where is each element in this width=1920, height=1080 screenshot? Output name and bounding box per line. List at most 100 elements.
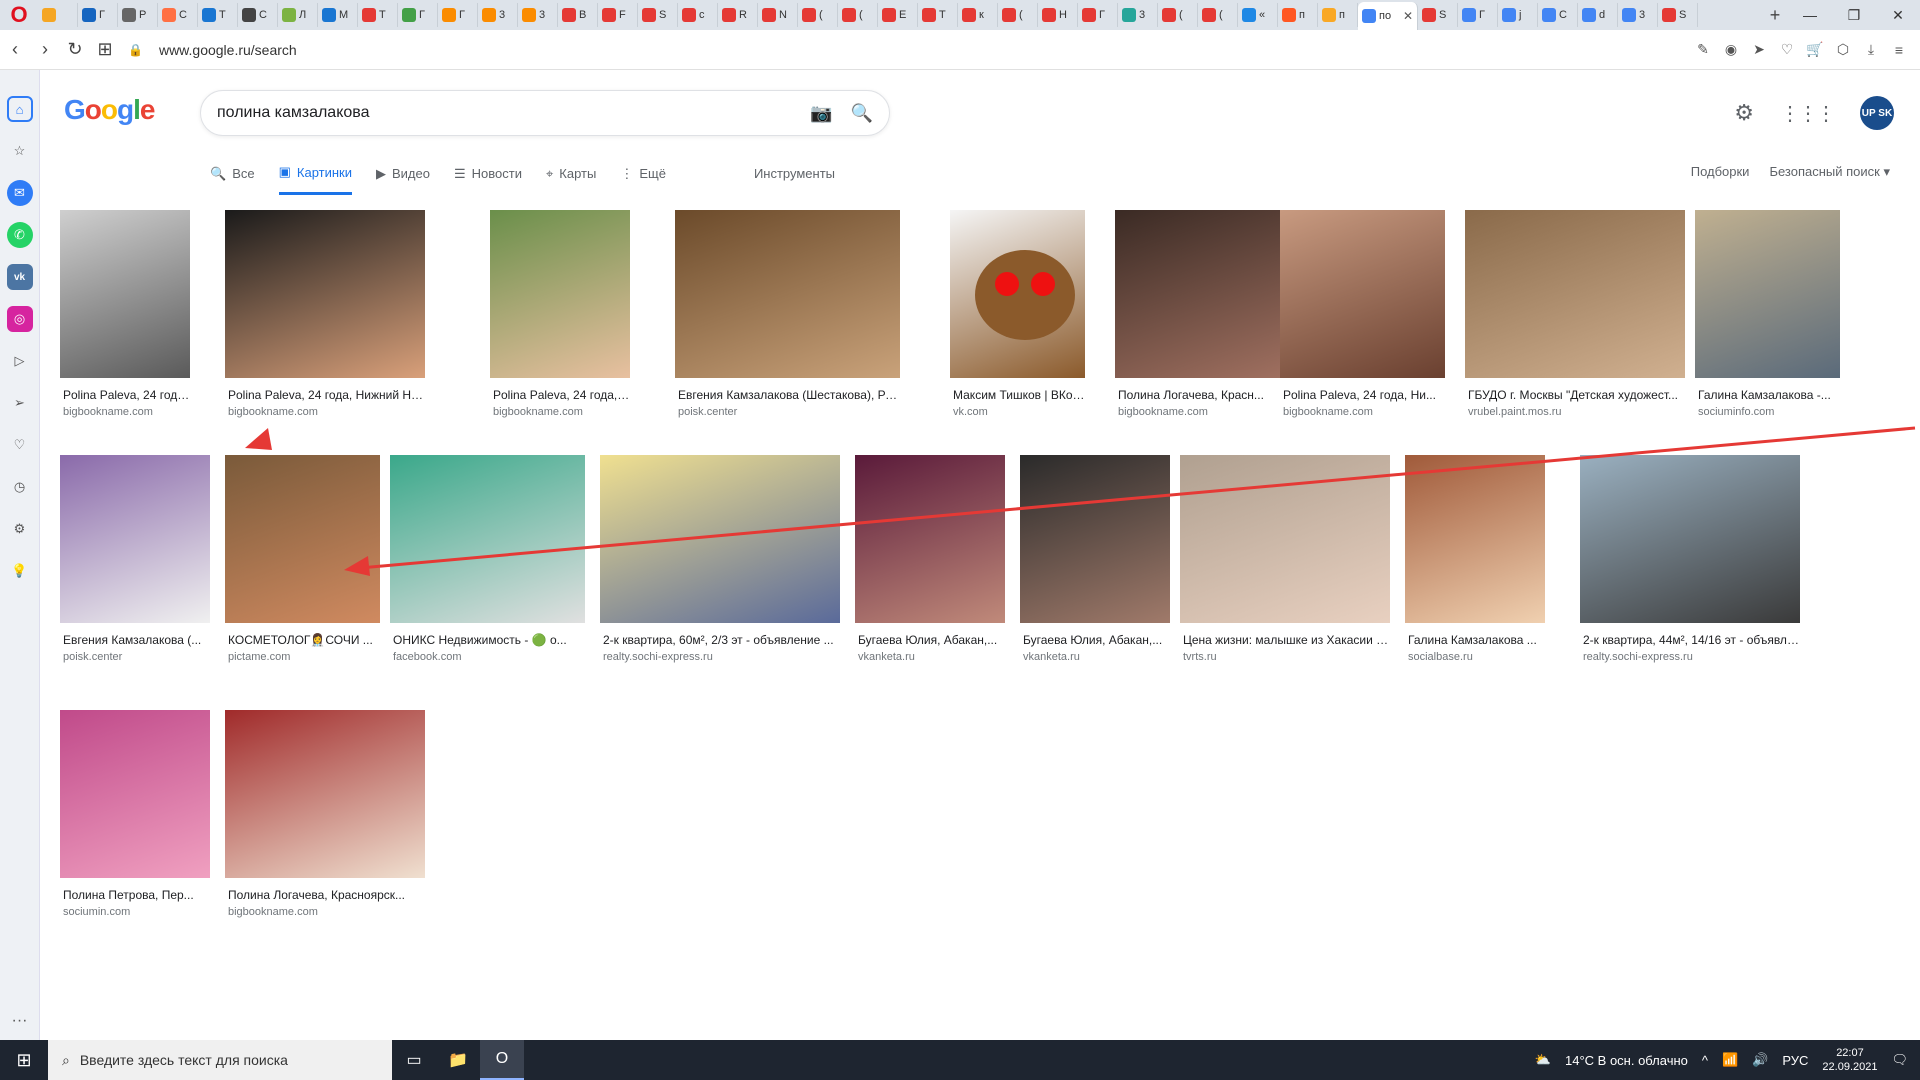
browser-tab[interactable]: Т: [918, 3, 958, 27]
reload-button[interactable]: ↻: [60, 35, 90, 65]
browser-tab[interactable]: Г: [398, 3, 438, 27]
image-result[interactable]: Галина Камзалакова ... socialbase.ru: [1405, 455, 1545, 675]
image-result[interactable]: Полина Логачева, Красн... bigbookname.com: [1115, 210, 1285, 430]
send-icon[interactable]: ➢: [7, 390, 33, 416]
tab-3[interactable]: ☰ Новости: [454, 156, 522, 195]
cart-icon[interactable]: 🛒: [1804, 39, 1826, 61]
edit-icon[interactable]: ✎: [1692, 39, 1714, 61]
forward-button[interactable]: ›: [30, 35, 60, 65]
result-caption[interactable]: Полина Логачева, Красноярск...: [225, 888, 425, 902]
browser-tab[interactable]: N: [758, 3, 798, 27]
result-source[interactable]: bigbookname.com: [490, 406, 630, 418]
result-source[interactable]: vrubel.paint.mos.ru: [1465, 406, 1685, 418]
result-thumbnail[interactable]: [225, 210, 425, 378]
browser-tab[interactable]: Г: [1078, 3, 1118, 27]
image-result[interactable]: Polina Paleva, 24 года, Нижний Новго... b…: [225, 210, 425, 430]
browser-tab[interactable]: М: [318, 3, 358, 27]
result-thumbnail[interactable]: [60, 210, 190, 378]
result-thumbnail[interactable]: [60, 710, 210, 878]
result-caption[interactable]: ГБУДО г. Москвы "Детская художест...: [1465, 388, 1685, 402]
browser-tab[interactable]: С: [1538, 3, 1578, 27]
url-field[interactable]: www.google.ru/search: [159, 42, 297, 58]
google-logo[interactable]: Google: [64, 94, 155, 126]
result-source[interactable]: bigbookname.com: [60, 406, 190, 418]
browser-tab[interactable]: (: [798, 3, 838, 27]
result-caption[interactable]: Цена жизни: малышке из Хакасии ну...: [1180, 633, 1390, 647]
star-icon[interactable]: ☆: [7, 138, 33, 164]
result-source[interactable]: pictame.com: [225, 651, 380, 663]
result-caption[interactable]: Галина Камзалакова ...: [1405, 633, 1545, 647]
language-indicator[interactable]: РУС: [1782, 1053, 1808, 1068]
image-result[interactable]: Polina Paleva, 24 года, ... bigbookname.c…: [60, 210, 190, 430]
browser-tab[interactable]: Г: [1458, 3, 1498, 27]
result-thumbnail[interactable]: [1180, 455, 1390, 623]
result-source[interactable]: realty.sochi-express.ru: [1580, 651, 1800, 663]
minimize-button[interactable]: —: [1788, 0, 1832, 30]
result-thumbnail[interactable]: [600, 455, 840, 623]
home-icon[interactable]: ⌂: [6, 96, 33, 122]
new-tab-button[interactable]: +: [1762, 5, 1788, 26]
more-icon[interactable]: ···: [12, 1012, 28, 1030]
result-thumbnail[interactable]: [855, 455, 1005, 623]
image-result[interactable]: Polina Paleva, 24 года, ... bigbookname.c…: [490, 210, 630, 430]
player-icon[interactable]: ▷: [7, 348, 33, 374]
browser-tab[interactable]: 3: [478, 3, 518, 27]
result-thumbnail[interactable]: [490, 210, 630, 378]
whatsapp-icon[interactable]: ✆: [6, 222, 33, 248]
tab-5[interactable]: ⋮ Ещё: [620, 156, 666, 195]
result-caption[interactable]: КОСМЕТОЛОГ👩‍⚕️СОЧИ ...: [225, 633, 380, 647]
heart-icon[interactable]: ♡: [1776, 39, 1798, 61]
image-result[interactable]: Евгения Камзалакова (Шестакова), Россия,…: [675, 210, 900, 430]
image-result[interactable]: Максим Тишков | ВКонта... vk.com: [950, 210, 1085, 430]
browser-tab[interactable]: с: [678, 3, 718, 27]
image-result[interactable]: Бугаева Юлия, Абакан,... vkanketa.ru: [855, 455, 1005, 675]
result-caption[interactable]: 2-к квартира, 44м², 14/16 эт - объявле..…: [1580, 633, 1800, 647]
result-caption[interactable]: ОНИКС Недвижимость - 🟢 о...: [390, 633, 585, 647]
result-caption[interactable]: Polina Paleva, 24 года, Ни...: [1280, 388, 1445, 402]
browser-tab[interactable]: к: [958, 3, 998, 27]
avatar[interactable]: UP SK: [1860, 96, 1894, 130]
result-thumbnail[interactable]: [225, 710, 425, 878]
browser-tab[interactable]: 3: [518, 3, 558, 27]
result-caption[interactable]: Евгения Камзалакова (Шестакова), Россия,…: [675, 388, 900, 402]
close-window-button[interactable]: ✕: [1876, 0, 1920, 30]
apps-icon[interactable]: ⋮⋮⋮: [1780, 101, 1836, 126]
result-source[interactable]: vkanketa.ru: [855, 651, 1005, 663]
weather-text[interactable]: 14°C В осн. облачно: [1565, 1053, 1688, 1068]
settings-icon[interactable]: ⚙: [7, 516, 33, 542]
notifications-icon[interactable]: 🗨: [1891, 1052, 1908, 1068]
bulb-icon[interactable]: 💡: [7, 558, 33, 584]
browser-tab[interactable]: S: [1418, 3, 1458, 27]
result-caption[interactable]: Polina Paleva, 24 года, ...: [60, 388, 190, 402]
browser-tab[interactable]: Е: [878, 3, 918, 27]
vk-icon[interactable]: vk: [6, 264, 33, 290]
close-tab-icon[interactable]: ✕: [1403, 9, 1413, 23]
browser-tab[interactable]: R: [718, 3, 758, 27]
browser-tab[interactable]: (: [1158, 3, 1198, 27]
network-icon[interactable]: 📶: [1722, 1052, 1738, 1068]
image-result[interactable]: ОНИКС Недвижимость - 🟢 о... facebook.com: [390, 455, 585, 675]
browser-tab[interactable]: Р: [118, 3, 158, 27]
opera-taskbar-icon[interactable]: O: [480, 1040, 524, 1080]
taskbar-search[interactable]: ⌕ Введите здесь текст для поиска: [48, 1040, 392, 1080]
maximize-button[interactable]: ❐: [1832, 0, 1876, 30]
result-source[interactable]: realty.sochi-express.ru: [600, 651, 840, 663]
result-thumbnail[interactable]: [1465, 210, 1685, 378]
result-source[interactable]: sociuminfo.com: [1695, 406, 1840, 418]
gear-icon[interactable]: ⚙: [1734, 100, 1754, 126]
image-result[interactable]: ГБУДО г. Москвы "Детская художест... vrub…: [1465, 210, 1685, 430]
result-caption[interactable]: Галина Камзалакова -...: [1695, 388, 1840, 402]
browser-tab[interactable]: С: [158, 3, 198, 27]
result-thumbnail[interactable]: [1280, 210, 1445, 378]
instagram-icon[interactable]: ◎: [6, 306, 33, 332]
result-source[interactable]: bigbookname.com: [225, 406, 425, 418]
browser-tab[interactable]: «: [1238, 3, 1278, 27]
task-view-icon[interactable]: ▭: [392, 1040, 436, 1080]
result-caption[interactable]: Бугаева Юлия, Абакан,...: [1020, 633, 1170, 647]
browser-tab[interactable]: (: [1198, 3, 1238, 27]
safe-search-button[interactable]: Безопасный поиск ▾: [1769, 164, 1890, 180]
result-thumbnail[interactable]: [1580, 455, 1800, 623]
result-source[interactable]: vkanketa.ru: [1020, 651, 1170, 663]
tab-2[interactable]: ▶ Видео: [376, 156, 430, 195]
heart-icon[interactable]: ♡: [7, 432, 33, 458]
